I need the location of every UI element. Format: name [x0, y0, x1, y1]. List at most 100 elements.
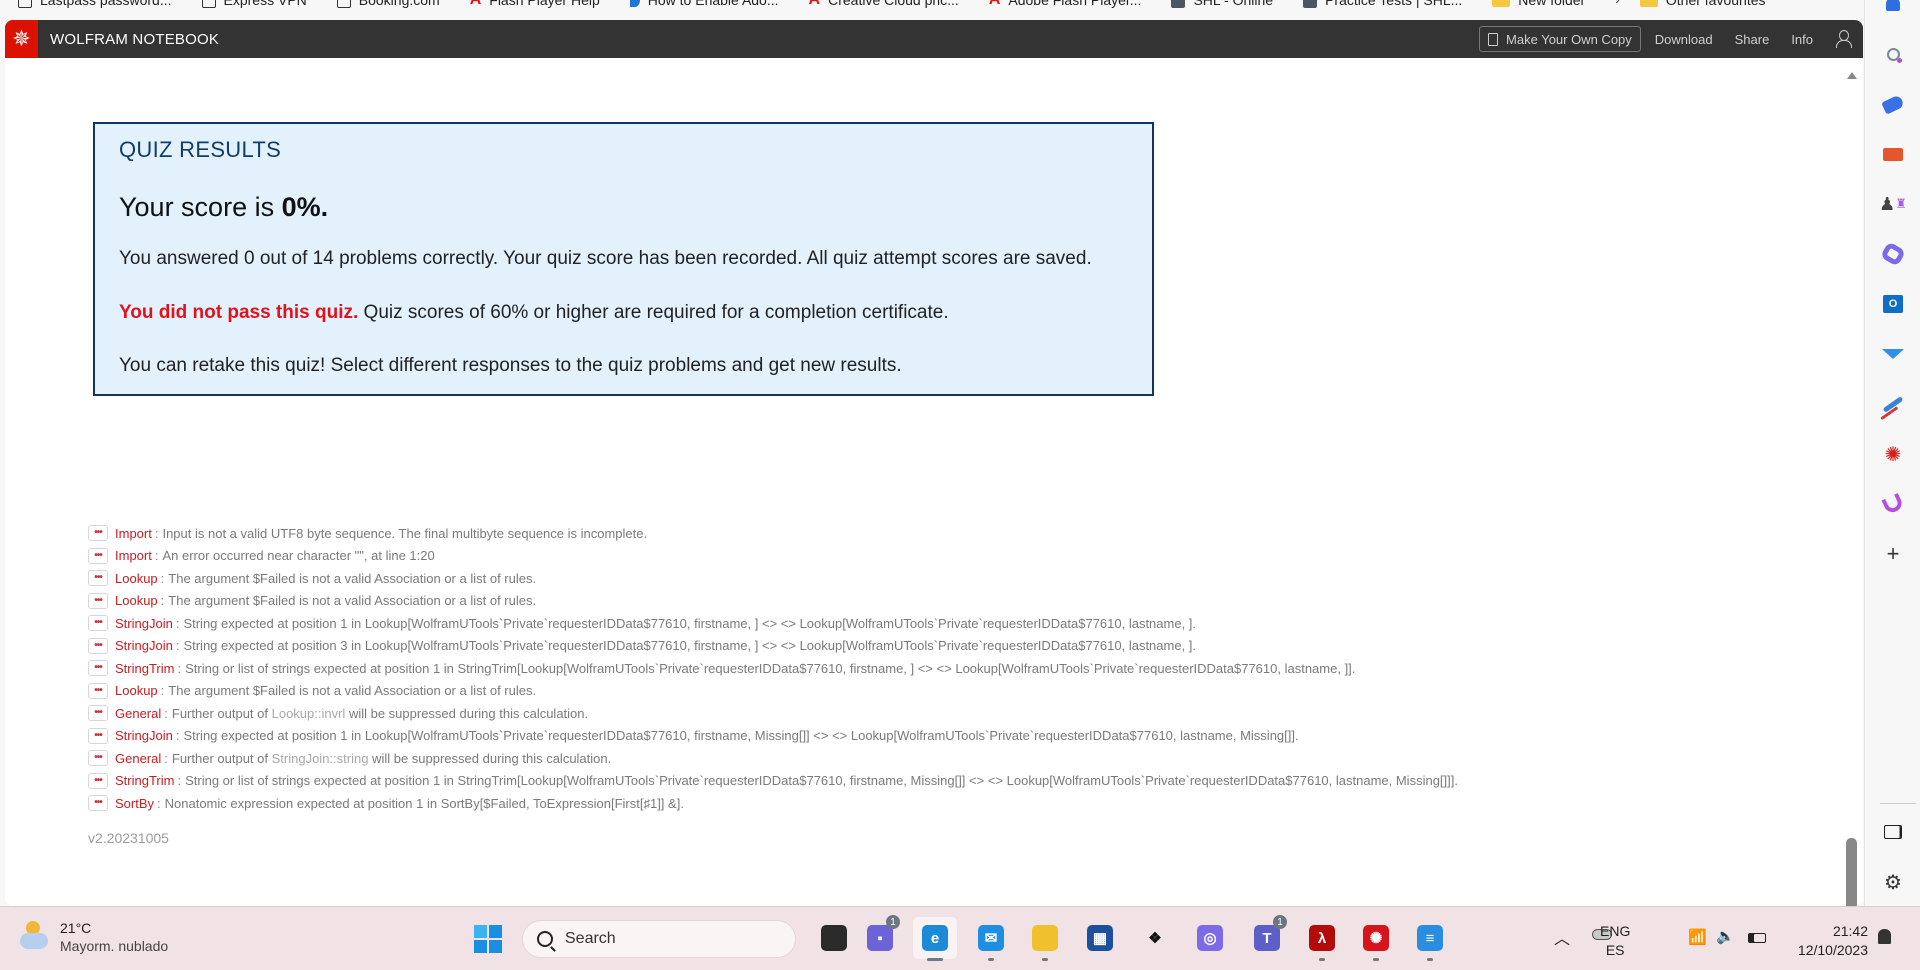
bookmark-item[interactable]: How to Enable Ado... [629, 0, 779, 9]
message-name[interactable]: StringTrim [115, 773, 174, 788]
file-explorer-icon [1032, 925, 1058, 951]
bookmark-item[interactable]: Practice Tests | SHL... [1303, 0, 1462, 9]
bookmark-item[interactable]: New folder [1492, 0, 1585, 9]
tag-icon[interactable] [1881, 92, 1905, 116]
bookmark-label: Lastpass password... [40, 0, 172, 8]
taskbar-app-edge[interactable]: e [913, 917, 957, 961]
message-name[interactable]: General [115, 751, 161, 766]
message-text: Input is not a valid UTF8 byte sequence.… [162, 525, 648, 541]
message-details-ellipsis-icon[interactable]: ••• [88, 705, 108, 722]
add-icon[interactable]: + [1881, 541, 1905, 566]
wolfram-logo-icon[interactable]: ✵ [5, 20, 38, 58]
microsoft-365-icon: ◎ [1197, 925, 1223, 951]
message-row: ••• Lookup: The argument $Failed is not a … [88, 567, 1458, 590]
message-name[interactable]: Lookup [115, 593, 158, 608]
message-details-ellipsis-icon[interactable]: ••• [88, 547, 108, 564]
taskbar-app-microsoft-365[interactable]: ◎ [1188, 917, 1232, 959]
taskbar-app-acrobat[interactable]: λ [1300, 917, 1344, 961]
bookmark-label: How to Enable Ado... [647, 0, 779, 8]
bookmark-item[interactable]: Express VPN [201, 0, 307, 9]
download-link[interactable]: Download [1655, 32, 1713, 47]
clock[interactable]: 21:42 12/10/2023 [1788, 922, 1868, 960]
message-details-ellipsis-icon[interactable]: ••• [88, 615, 108, 632]
taskbar-app-task-view[interactable] [812, 917, 856, 959]
message-details-ellipsis-icon[interactable]: ••• [88, 570, 108, 587]
share-link[interactable]: Share [1735, 32, 1770, 47]
message-name[interactable]: General [115, 706, 161, 721]
vertical-scrollbar[interactable] [1841, 58, 1863, 906]
message-name[interactable]: SortBy [115, 796, 154, 811]
volume-icon[interactable]: 🔈 [1716, 927, 1735, 945]
bookmark-label: Creative Cloud pric... [828, 0, 959, 8]
designer-icon[interactable] [1881, 492, 1905, 516]
user-icon[interactable] [1835, 30, 1852, 48]
split-screen-icon[interactable] [1881, 820, 1905, 844]
message-name[interactable]: Lookup [115, 571, 158, 586]
taskbar-app-notepad[interactable]: ≡ [1408, 917, 1452, 961]
message-details-ellipsis-icon[interactable]: ••• [88, 750, 108, 767]
outlook-icon[interactable]: O [1881, 292, 1905, 316]
make-your-own-copy-button[interactable]: Make Your Own Copy [1479, 26, 1641, 52]
message-details-ellipsis-icon[interactable]: ••• [88, 592, 108, 609]
taskbar-search[interactable]: Search [522, 920, 796, 958]
bookmark-item[interactable]: Lastpass password... [18, 0, 172, 9]
wifi-icon[interactable]: 📶 [1688, 928, 1707, 946]
message-name[interactable]: StringJoin [115, 616, 173, 631]
start-button[interactable] [474, 925, 502, 953]
bookmark-label: Adobe Flash Player... [1008, 0, 1142, 8]
scroll-down-arrow-icon[interactable] [1847, 889, 1857, 896]
bookmark-item[interactable]: A Creative Cloud pric... [809, 0, 959, 9]
message-name[interactable]: StringJoin [115, 638, 173, 653]
bookmark-label: SHL - Online [1193, 0, 1274, 8]
games-icon[interactable]: ♟ ♜ [1879, 192, 1907, 216]
mail-icon: ✉ [978, 925, 1004, 951]
bookmark-item[interactable]: SHL - Online [1171, 0, 1273, 9]
message-name[interactable]: StringJoin [115, 728, 173, 743]
language-indicator[interactable]: ENG ES [1600, 922, 1630, 960]
taskbar-app-teams[interactable]: T1 [1245, 915, 1289, 959]
message-details-ellipsis-icon[interactable]: ••• [88, 727, 108, 744]
battery-icon[interactable] [1748, 933, 1766, 943]
bookmark-item[interactable]: A Flash Player Help [470, 0, 600, 9]
toolbox-icon[interactable] [1881, 142, 1905, 166]
message-details-ellipsis-icon[interactable]: ••• [88, 772, 108, 789]
taskbar-app-dropbox[interactable]: ❖ [1133, 917, 1177, 959]
weather-widget[interactable]: 21°C Mayorm. nublado [18, 919, 168, 955]
settings-icon[interactable]: ⚙ [1881, 870, 1905, 894]
taskbar-app-file-explorer[interactable] [1023, 917, 1067, 961]
taskbar-app-wolfram[interactable]: ✺ [1354, 917, 1398, 961]
paint-icon[interactable] [1881, 392, 1905, 416]
message-name[interactable]: Lookup [115, 683, 158, 698]
scroll-up-arrow-icon[interactable] [1847, 72, 1857, 79]
message-details-ellipsis-icon[interactable]: ••• [88, 795, 108, 812]
message-symbol[interactable]: Lookup::invrl [272, 706, 346, 721]
doc-icon [1171, 0, 1186, 8]
bookmark-item[interactable]: Booking.com [336, 0, 440, 9]
taskbar-app-mail[interactable]: ✉ [969, 917, 1013, 961]
message-text: Further output of Lookup::invrl will be … [172, 706, 588, 721]
send-icon[interactable] [1881, 342, 1905, 366]
message-text: Nonatomic expression expected at positio… [164, 795, 684, 811]
message-name[interactable]: Import [115, 548, 152, 563]
bookmarks-overflow-chevron-icon[interactable]: › [1615, 0, 1620, 9]
message-details-ellipsis-icon[interactable]: ••• [88, 660, 108, 677]
other-favourites[interactable]: Other favourites [1639, 0, 1766, 9]
message-details-ellipsis-icon[interactable]: ••• [88, 525, 108, 542]
show-hidden-icons-chevron-up-icon[interactable]: ︿ [1554, 925, 1570, 949]
taskbar-app-microsoft-store[interactable]: ▦ [1078, 917, 1122, 959]
message-text: The argument $Failed is not a valid Asso… [168, 593, 537, 609]
microsoft365-icon[interactable] [1879, 241, 1907, 267]
notifications-bell-icon[interactable] [1878, 929, 1891, 944]
message-symbol[interactable]: StringJoin::string [272, 751, 369, 766]
message-text: An error occurred near character "", at … [162, 548, 435, 564]
message-details-ellipsis-icon[interactable]: ••• [88, 682, 108, 699]
taskbar-app-teams-chat[interactable]: ▪ 1 [858, 915, 902, 959]
bell-icon[interactable] [1881, 0, 1905, 16]
bookmark-item[interactable]: A Adobe Flash Player... [989, 0, 1142, 9]
message-name[interactable]: StringTrim [115, 661, 174, 676]
message-name[interactable]: Import [115, 526, 152, 541]
search-icon[interactable] [1881, 42, 1905, 66]
wolfram-icon[interactable]: ✺ [1881, 442, 1905, 466]
message-details-ellipsis-icon[interactable]: ••• [88, 637, 108, 654]
info-link[interactable]: Info [1791, 32, 1813, 47]
